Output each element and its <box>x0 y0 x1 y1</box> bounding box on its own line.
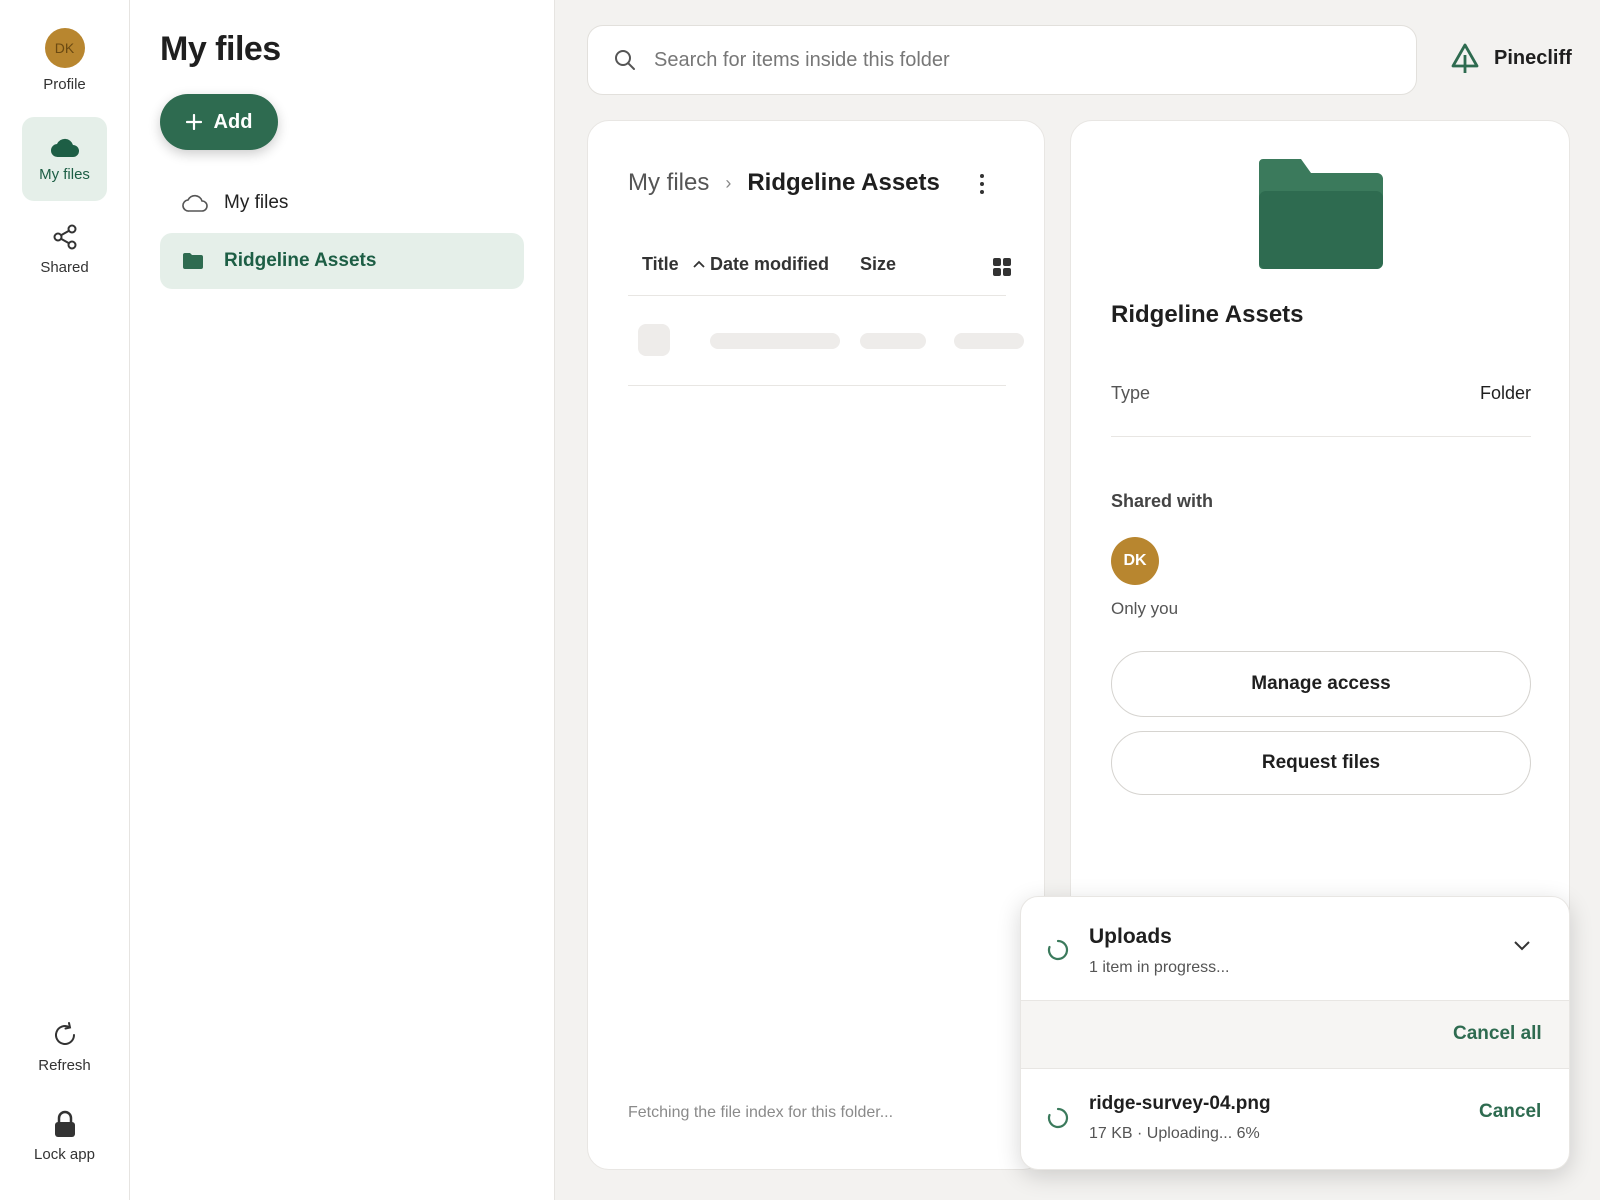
lock-app-button[interactable]: Lock app <box>22 1094 107 1178</box>
uploads-actions-bar: Cancel all <box>1021 1001 1569 1069</box>
loading-spinner-icon <box>1047 939 1069 961</box>
tree-item-label: Ridgeline Assets <box>224 250 377 271</box>
details-type-row: Type Folder <box>1111 383 1531 404</box>
tree-item-ridgeline-assets[interactable]: Ridgeline Assets <box>160 233 524 289</box>
profile-button[interactable]: DK Profile <box>22 18 107 102</box>
uploads-status: 1 item in progress... <box>1089 959 1230 976</box>
grid-view-icon[interactable] <box>993 258 1011 276</box>
plus-icon <box>185 114 202 130</box>
rail-item-label: Shared <box>40 258 89 276</box>
folder-tree-panel: My files Add My files Ridgeline Assets <box>130 0 555 1200</box>
search-icon <box>615 50 635 70</box>
column-header-size[interactable]: Size <box>860 254 896 275</box>
divider <box>1111 436 1531 437</box>
breadcrumb-current: Ridgeline Assets <box>747 169 940 196</box>
chevron-down-icon[interactable] <box>1513 939 1531 951</box>
rail-item-my-files[interactable]: My files <box>22 117 107 201</box>
brand-name: Pinecliff <box>1494 46 1572 69</box>
rail-item-label: My files <box>39 165 90 183</box>
cloud-icon <box>50 138 79 157</box>
uploads-title: Uploads <box>1089 925 1172 948</box>
skeleton-thumbnail <box>638 324 670 356</box>
breadcrumb: My files › Ridgeline Assets <box>628 169 940 197</box>
divider <box>628 385 1006 386</box>
sort-ascending-icon[interactable] <box>692 259 706 269</box>
upload-file-name: ridge-survey-04.png <box>1089 1093 1271 1114</box>
lock-icon <box>54 1110 75 1137</box>
shared-description: Only you <box>1111 599 1179 618</box>
share-icon <box>53 224 76 249</box>
profile-label: Profile <box>43 75 86 93</box>
rail-item-label: Lock app <box>34 1145 95 1163</box>
brand-logo: Pinecliff <box>1450 42 1572 74</box>
refresh-icon <box>54 1021 75 1045</box>
rail-item-label: Refresh <box>38 1056 91 1074</box>
folder-icon <box>183 253 203 269</box>
add-button[interactable]: Add <box>160 94 278 150</box>
tree-item-label: My files <box>224 192 289 213</box>
skeleton-title <box>710 333 840 349</box>
cloud-outline-icon <box>182 194 208 212</box>
type-label: Type <box>1111 383 1151 403</box>
tree-logo-icon <box>1451 43 1479 73</box>
breadcrumb-root[interactable]: My files <box>628 169 709 197</box>
divider <box>628 295 1006 296</box>
folder-large-icon <box>1259 159 1383 269</box>
avatar: DK <box>44 27 85 68</box>
cancel-all-button[interactable]: Cancel all <box>1453 1023 1542 1045</box>
type-value: Folder <box>1479 383 1531 403</box>
rail-item-shared[interactable]: Shared <box>22 207 107 291</box>
search-input[interactable] <box>654 48 1354 72</box>
uploads-header[interactable]: Uploads 1 item in progress... <box>1021 897 1569 1001</box>
column-header-title[interactable]: Title <box>642 254 679 275</box>
tree-item-my-files[interactable]: My files <box>160 175 524 231</box>
more-options-icon[interactable] <box>972 171 992 197</box>
details-title: Ridgeline Assets <box>1111 301 1304 328</box>
uploads-panel: Uploads 1 item in progress... Cancel all… <box>1020 896 1570 1170</box>
page-title: My files <box>160 30 281 68</box>
chevron-right-icon: › <box>725 172 732 193</box>
shared-with-heading: Shared with <box>1111 491 1214 511</box>
avatar: DK <box>1111 537 1159 585</box>
manage-access-button[interactable]: Manage access <box>1111 651 1531 717</box>
upload-file-meta: 17 KB · Uploading... 6% <box>1089 1125 1260 1142</box>
search-bar <box>587 25 1417 95</box>
nav-rail: DK Profile My files Shared Refresh Lock … <box>0 0 130 1200</box>
file-list-panel: My files › Ridgeline Assets Title Date m… <box>587 120 1045 1170</box>
column-header-date-modified[interactable]: Date modified <box>710 254 829 275</box>
add-button-label: Add <box>213 110 253 133</box>
skeleton-size <box>954 333 1024 349</box>
loading-spinner-icon <box>1047 1107 1069 1129</box>
request-files-button[interactable]: Request files <box>1111 731 1531 795</box>
refresh-button[interactable]: Refresh <box>22 1005 107 1089</box>
loading-status: Fetching the file index for this folder.… <box>628 1104 894 1121</box>
cancel-upload-button[interactable]: Cancel <box>1479 1101 1541 1123</box>
skeleton-date <box>860 333 926 349</box>
